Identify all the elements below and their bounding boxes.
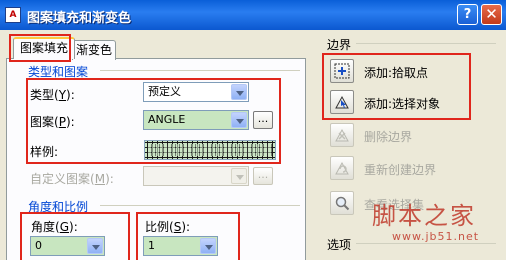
add-select-objects-label[interactable]: 添加:选择对象 — [364, 95, 440, 112]
options-heading: 选项 — [327, 238, 352, 252]
chevron-down-icon[interactable] — [200, 238, 216, 254]
close-button[interactable]: ✕ — [481, 4, 502, 25]
select-objects-icon — [335, 95, 349, 109]
group-divider — [100, 70, 300, 71]
title-bar: A 图案填充和渐变色 ? ✕ — [0, 0, 506, 30]
type-select[interactable]: 预定义 — [143, 82, 249, 102]
recreate-boundary-button[interactable] — [330, 156, 354, 180]
angle-select[interactable]: 0 — [30, 236, 105, 256]
chevron-down-icon[interactable] — [231, 112, 247, 128]
pattern-select[interactable]: ANGLE — [143, 110, 249, 130]
swatch-label: 样例: — [30, 145, 59, 159]
group-divider — [356, 243, 496, 244]
swatch-pattern — [148, 144, 272, 156]
scale-value: 1 — [148, 239, 155, 252]
angle-value: 0 — [35, 239, 42, 252]
watermark-logo-text: 脚本之家 — [372, 202, 476, 230]
add-pick-points-button[interactable] — [330, 59, 354, 83]
help-button[interactable]: ? — [457, 4, 478, 25]
angle-label: 角度(G): — [31, 220, 78, 234]
group-divider — [100, 205, 300, 206]
scale-label: 比例(S): — [145, 220, 191, 234]
tab-hatch[interactable]: 图案填充 — [13, 37, 76, 59]
pattern-swatch[interactable] — [144, 140, 276, 160]
type-select-value: 预定义 — [148, 85, 181, 98]
magnifier-icon — [335, 196, 350, 211]
pattern-select-value: ANGLE — [148, 113, 186, 126]
view-selections-button[interactable] — [330, 191, 354, 215]
add-select-objects-button[interactable] — [330, 90, 354, 114]
custom-pattern-browse-button[interactable]: ... — [253, 167, 273, 185]
chevron-down-icon[interactable] — [231, 84, 247, 100]
remove-boundaries-label[interactable]: 删除边界 — [364, 128, 412, 145]
add-pick-points-label[interactable]: 添加:拾取点 — [364, 64, 428, 81]
pattern-browse-button[interactable]: ... — [253, 111, 273, 129]
watermark-url: www.jb51.net — [392, 230, 480, 243]
type-label: 类型(Y): — [30, 88, 75, 102]
custom-pattern-label: 自定义图案(M): — [30, 172, 114, 186]
pattern-label: 图案(P): — [30, 115, 75, 129]
window-title: 图案填充和渐变色 — [27, 11, 132, 26]
chevron-down-icon[interactable] — [231, 168, 247, 184]
recreate-boundary-icon — [335, 161, 349, 175]
group-divider — [356, 43, 496, 44]
custom-pattern-select[interactable] — [143, 166, 249, 186]
type-pattern-heading: 类型和图案 — [28, 65, 89, 79]
remove-boundary-icon — [335, 128, 349, 142]
pick-points-icon — [334, 63, 350, 79]
tab-gradient[interactable]: 渐变色 — [72, 40, 116, 60]
boundaries-heading: 边界 — [327, 38, 352, 52]
remove-boundaries-button[interactable] — [330, 123, 354, 147]
scale-select[interactable]: 1 — [143, 236, 218, 256]
angle-scale-heading: 角度和比例 — [28, 200, 89, 214]
recreate-boundary-label[interactable]: 重新创建边界 — [364, 161, 436, 178]
chevron-down-icon[interactable] — [87, 238, 103, 254]
autocad-app-icon[interactable]: A — [5, 7, 21, 23]
